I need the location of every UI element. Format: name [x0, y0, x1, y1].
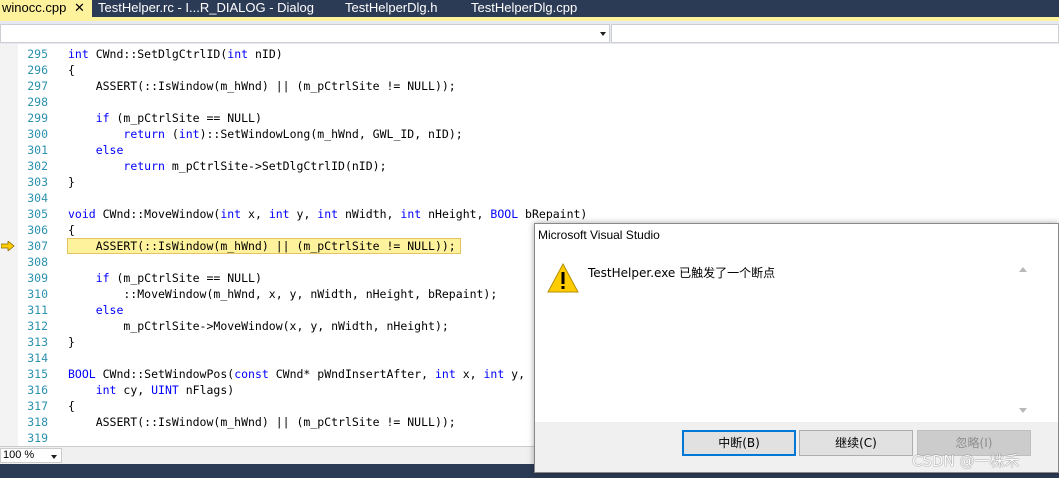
tab-testhelper-rc[interactable]: TestHelper.rc - I...R_DIALOG - Dialog — [98, 0, 314, 17]
line-number: 319 — [27, 431, 48, 445]
code-text: ASSERT(::IsWindow(m_hWnd) || (m_pCtrlSit… — [68, 415, 456, 429]
code-text: return m_pCtrlSite->SetDlgCtrlID(nID); — [123, 159, 387, 173]
line-number: 313 — [27, 335, 48, 349]
continue-button[interactable]: 继续(C) — [799, 430, 913, 456]
scope-dropdown[interactable] — [0, 24, 610, 43]
code-line[interactable]: 300 return (int)::SetWindowLong(m_hWnd, … — [0, 126, 1059, 142]
code-text: ASSERT(::IsWindow(m_hWnd) || (m_pCtrlSit… — [68, 239, 456, 253]
zoom-level: 100 % — [3, 449, 35, 461]
close-icon[interactable]: ✕ — [74, 0, 85, 16]
member-dropdown[interactable] — [611, 24, 1059, 43]
line-number: 296 — [27, 63, 48, 77]
line-number: 306 — [27, 223, 48, 237]
line-number: 317 — [27, 399, 48, 413]
warning-icon — [547, 262, 579, 293]
code-text: { — [68, 399, 75, 413]
line-number: 298 — [27, 95, 48, 109]
tab-testhelperdlg-cpp[interactable]: TestHelperDlg.cpp — [471, 0, 577, 17]
code-line[interactable]: 305 void CWnd::MoveWindow(int x, int y, i… — [0, 206, 1059, 222]
code-line[interactable]: 303} — [0, 174, 1059, 190]
tab-label: winocc.cpp — [2, 0, 67, 15]
code-text: { — [68, 223, 75, 237]
dialog-message: TestHelper.exe 已触发了一个断点 — [588, 266, 776, 280]
line-number: 318 — [27, 415, 48, 429]
scroll-down-icon[interactable] — [1019, 408, 1027, 413]
code-text: void CWnd::MoveWindow(int x, int y, int … — [68, 207, 588, 221]
code-line[interactable]: 297 ASSERT(::IsWindow(m_hWnd) || (m_pCtr… — [0, 78, 1059, 94]
line-number: 312 — [27, 319, 48, 333]
code-text: if (m_pCtrlSite == NULL) — [95, 111, 262, 125]
break-button[interactable]: 中断(B) — [682, 430, 796, 456]
line-number: 316 — [27, 383, 48, 397]
line-number: 303 — [27, 175, 48, 189]
code-line[interactable]: 302 return m_pCtrlSite->SetDlgCtrlID(nID… — [0, 158, 1059, 174]
watermark: CSDN @一株禾 — [912, 452, 1020, 470]
code-line[interactable]: 298 — [0, 94, 1059, 110]
line-number: 315 — [27, 367, 48, 381]
line-number: 310 — [27, 287, 48, 301]
tab-label: TestHelper.rc - I...R_DIALOG - Dialog — [98, 0, 315, 15]
line-number: 300 — [27, 127, 48, 141]
code-line[interactable]: 304 — [0, 190, 1059, 206]
dialog-title: Microsoft Visual Studio — [538, 228, 660, 242]
line-number: 299 — [27, 111, 48, 125]
tab-label: TestHelperDlg.h — [345, 0, 438, 15]
chevron-down-icon[interactable] — [600, 32, 606, 36]
line-number: 301 — [27, 143, 48, 157]
line-number: 314 — [27, 351, 48, 365]
line-number: 307 — [27, 239, 48, 253]
code-line[interactable]: 295 int CWnd::SetDlgCtrlID(int nID) — [0, 46, 1059, 62]
code-text: BOOL CWnd::SetWindowPos(const CWnd* pWnd… — [68, 367, 526, 381]
line-number: 308 — [27, 255, 48, 269]
current-statement-arrow-icon — [1, 241, 15, 251]
document-tab-bar: winocc.cpp ✕ TestHelper.rc - I...R_DIALO… — [0, 0, 1059, 17]
code-text: if (m_pCtrlSite == NULL) — [95, 271, 262, 285]
navigation-bar — [0, 17, 1059, 44]
chevron-down-icon[interactable] — [51, 455, 57, 459]
code-line[interactable]: 299 if (m_pCtrlSite == NULL) — [0, 110, 1059, 126]
code-text: int CWnd::SetDlgCtrlID(int nID) — [68, 47, 283, 61]
code-line[interactable]: 296 { — [0, 62, 1059, 78]
code-text: } — [68, 175, 75, 189]
code-text: return (int)::SetWindowLong(m_hWnd, GWL_… — [123, 127, 463, 141]
scroll-up-icon[interactable] — [1019, 267, 1027, 272]
tab-winocc-cpp[interactable]: winocc.cpp ✕ — [0, 0, 92, 17]
line-number: 297 — [27, 79, 48, 93]
code-text: } — [68, 335, 75, 349]
tab-testhelperdlg-h[interactable]: TestHelperDlg.h — [345, 0, 438, 17]
line-number: 311 — [27, 303, 48, 317]
line-number: 295 — [27, 47, 48, 61]
code-text: else — [95, 143, 124, 157]
code-text: ASSERT(::IsWindow(m_hWnd) || (m_pCtrlSit… — [68, 79, 456, 93]
code-text: { — [68, 63, 75, 77]
code-line[interactable]: 301 else — [0, 142, 1059, 158]
breakpoint-dialog: Microsoft Visual Studio TestHelper.exe 已… — [534, 223, 1059, 473]
code-text: int cy, UINT nFlags) — [95, 383, 235, 397]
line-number: 304 — [27, 191, 48, 205]
tab-label: TestHelperDlg.cpp — [471, 0, 578, 15]
code-text: ::MoveWindow(m_hWnd, x, y, nWidth, nHeig… — [68, 287, 498, 301]
line-number: 309 — [27, 271, 48, 285]
line-number: 302 — [27, 159, 48, 173]
code-text: else — [95, 303, 124, 317]
code-text: m_pCtrlSite->MoveWindow(x, y, nWidth, nH… — [68, 319, 449, 333]
zoom-dropdown[interactable]: 100 % — [0, 448, 62, 463]
line-number: 305 — [27, 207, 48, 221]
